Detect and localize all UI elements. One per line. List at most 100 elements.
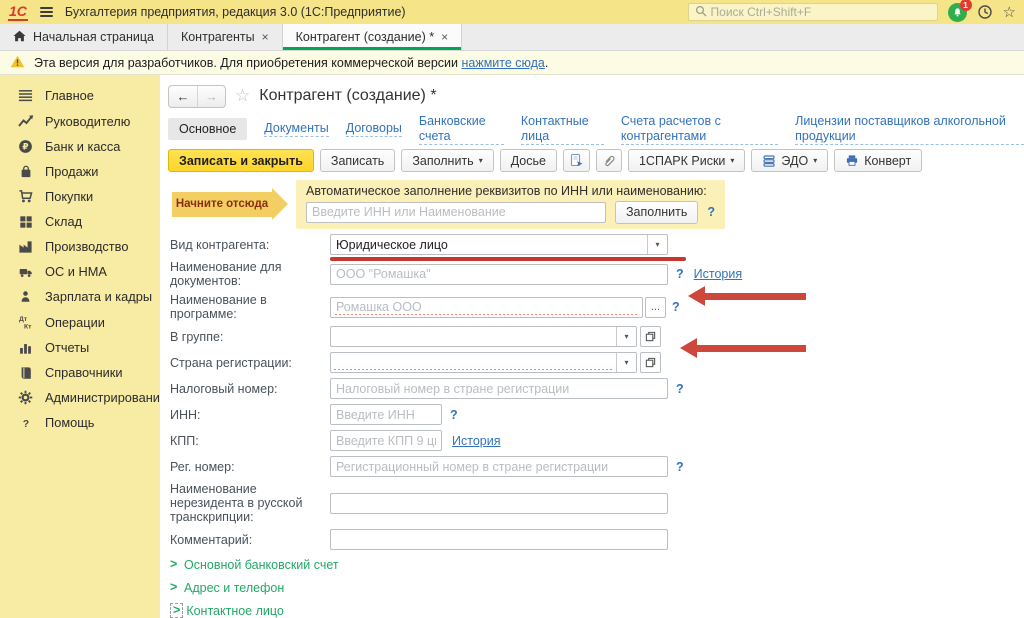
history-button[interactable] [977,4,993,20]
tax-number-input[interactable] [330,378,668,399]
sidebar-item-help[interactable]: ? Помощь [0,410,160,435]
group-combobox[interactable]: ▾ [330,326,637,347]
sidebar-item-operations[interactable]: ДтКт Операции [0,309,160,335]
field-label: Наименование для документов: [170,260,330,288]
form-tab-settlement-accounts[interactable]: Счета расчетов с контрагентами [621,114,778,145]
edo-button[interactable]: ЭДО▾ [751,149,828,172]
dt-kt-icon: ДтКт [17,314,34,330]
close-icon[interactable]: × [441,30,448,44]
top-bar: 1С Бухгалтерия предприятия, редакция 3.0… [0,0,1024,24]
kind-value[interactable] [331,235,647,254]
load-from-file-button[interactable] [563,149,590,172]
focus-frame: > [170,603,183,618]
group-value[interactable] [331,327,616,346]
section-address-phone[interactable]: > Адрес и телефон [170,580,1024,595]
field-label: ИНН: [170,408,330,422]
sidebar-item-directories[interactable]: Справочники [0,360,160,385]
name-in-program-input[interactable] [330,297,643,318]
sidebar-item-sales[interactable]: Продажи [0,159,160,184]
chevron-right-icon: > [170,558,184,571]
help-icon[interactable]: ? [450,408,458,422]
notifications-button[interactable]: 1 [948,3,967,22]
comment-input[interactable] [330,529,668,550]
form-tab-contracts[interactable]: Договоры [346,121,402,137]
fill-menu-button[interactable]: Заполнить▾ [401,149,493,172]
field-label: В группе: [170,330,330,344]
buy-version-link[interactable]: нажмите сюда [461,56,544,70]
sidebar-item-manager[interactable]: Руководителю [0,108,160,134]
history-link[interactable]: История [452,434,500,448]
sidebar-item-fixed-assets[interactable]: ОС и НМА [0,259,160,284]
field-label: Наименование в программе: [170,293,330,321]
help-icon[interactable]: ? [676,460,684,474]
open-list-button[interactable] [640,326,661,347]
tab-counterparty-create[interactable]: Контрагент (создание) * × [283,24,463,50]
form-tab-main[interactable]: Основное [168,118,247,140]
field-label: Рег. номер: [170,460,330,474]
open-list-button[interactable] [640,352,661,373]
tab-counterparties[interactable]: Контрагенты × [168,24,283,50]
form-tab-contact-persons[interactable]: Контактные лица [521,114,604,145]
favorites-button[interactable]: ☆ [1003,5,1016,20]
chevron-down-icon[interactable]: ▾ [647,235,667,254]
favorite-star-button[interactable]: ☆ [235,86,250,106]
sidebar-item-payroll-hr[interactable]: Зарплата и кадры [0,284,160,309]
field-row-comment: Комментарий: [170,529,1024,550]
global-search[interactable] [688,3,938,21]
help-icon[interactable]: ? [672,300,680,314]
autofill-callout: Начните отсюда Автоматическое заполнение… [168,182,1024,226]
sidebar-item-administration[interactable]: Администрирование [0,385,160,410]
attachments-button[interactable] [596,149,622,172]
kind-combobox[interactable]: ▾ [330,234,668,255]
inn-or-name-input[interactable] [306,202,606,223]
sidebar-item-warehouse[interactable]: Склад [0,209,160,234]
dev-version-warning: Эта версия для разработчиков. Для приобр… [0,51,1024,75]
autofill-fill-button[interactable]: Заполнить [615,201,698,224]
1c-logo: 1С [8,4,28,21]
ruble-circle-icon: ₽ [17,139,34,154]
tab-label: Контрагент (создание) * [296,30,435,44]
search-icon [695,5,707,20]
form-tab-alcohol-licenses[interactable]: Лицензии поставщиков алкогольной продукц… [795,114,1024,145]
inn-input[interactable] [330,404,442,425]
chevron-down-icon[interactable]: ▾ [616,353,636,372]
form-tab-documents[interactable]: Документы [264,121,328,137]
country-value[interactable] [331,353,616,372]
back-button[interactable]: ← [169,86,197,107]
search-input[interactable] [711,5,931,19]
sidebar-item-purchases[interactable]: Покупки [0,184,160,209]
sidebar-item-bank-cash[interactable]: ₽ Банк и касса [0,134,160,159]
form-tab-bank-accounts[interactable]: Банковские счета [419,114,504,145]
tab-home[interactable]: Начальная страница [0,24,168,50]
history-link[interactable]: История [694,267,742,281]
close-icon[interactable]: × [262,30,269,44]
section-main-bank-account[interactable]: > Основной банковский счет [170,557,1024,572]
section-contact-person[interactable]: > Контактное лицо [170,603,1024,618]
kpp-input[interactable] [330,430,442,451]
envelope-button[interactable]: Конверт [834,149,922,172]
name-for-documents-input[interactable] [330,264,668,285]
svg-text:?: ? [22,417,28,429]
autofill-panel: Автоматическое заполнение реквизитов по … [296,180,725,229]
reg-number-input[interactable] [330,456,668,477]
page-title: Контрагент (создание) * [259,87,436,105]
book-icon [17,366,34,380]
help-icon[interactable]: ? [676,267,684,281]
chevron-down-icon[interactable]: ▾ [616,327,636,346]
app-window: 1С Бухгалтерия предприятия, редакция 3.0… [0,0,1024,618]
sidebar-item-production[interactable]: Производство [0,234,160,259]
forward-button[interactable]: → [197,86,225,107]
sidebar-item-reports[interactable]: Отчеты [0,335,160,360]
nonresident-name-input[interactable] [330,493,668,514]
save-and-close-button[interactable]: Записать и закрыть [168,149,314,172]
country-combobox[interactable]: ▾ [330,352,637,373]
sidebar-item-main[interactable]: Главное [0,83,160,108]
ellipsis-button[interactable]: ... [645,297,666,318]
help-icon[interactable]: ? [676,382,684,396]
section-sidebar: Главное Руководителю ₽ Банк и касса Прод… [0,75,160,618]
help-icon[interactable]: ? [707,205,715,219]
spark-risks-button[interactable]: 1СПАРК Риски▾ [628,149,745,172]
save-button[interactable]: Записать [320,149,395,172]
dossier-button[interactable]: Досье [500,149,557,172]
main-menu-icon[interactable] [38,5,55,19]
